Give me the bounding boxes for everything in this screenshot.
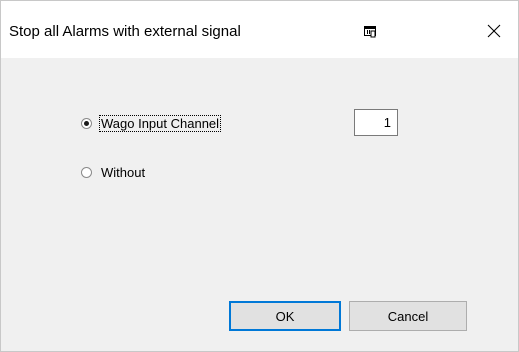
cancel-button[interactable]: Cancel xyxy=(349,301,467,331)
title-bar[interactable]: Stop all Alarms with external signal xyxy=(1,1,518,58)
ok-button[interactable]: OK xyxy=(229,301,341,331)
channel-number-input[interactable] xyxy=(354,109,398,136)
close-button[interactable] xyxy=(471,13,517,49)
radio-without-label[interactable]: Without xyxy=(99,165,147,180)
radio-button-checked[interactable] xyxy=(81,118,92,129)
window-menu-icon[interactable] xyxy=(364,25,376,38)
window-title: Stop all Alarms with external signal xyxy=(9,23,241,40)
radio-wago-input-channel[interactable]: Wago Input Channel xyxy=(81,115,222,132)
radio-wago-label[interactable]: Wago Input Channel xyxy=(99,115,222,132)
dialog-window: Stop all Alarms with external signal Wag… xyxy=(0,0,519,352)
dialog-body: Wago Input Channel Without OK Cancel xyxy=(1,58,518,351)
close-icon xyxy=(487,24,501,38)
radio-dot xyxy=(84,121,89,126)
radio-button-unchecked[interactable] xyxy=(81,167,92,178)
radio-without[interactable]: Without xyxy=(81,165,147,180)
